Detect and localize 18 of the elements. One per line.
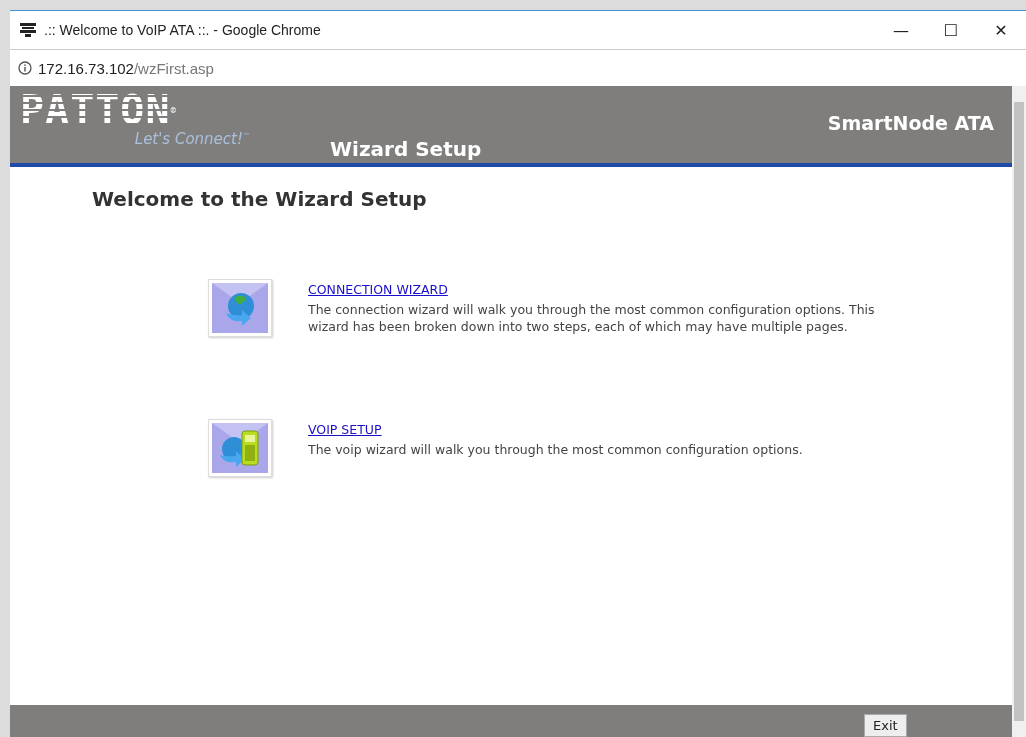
- tagline: Let's Connect!$^{™}$: [134, 130, 250, 148]
- app-icon: [20, 22, 36, 38]
- page-heading: Welcome to the Wizard Setup: [92, 187, 428, 211]
- window-title: .:: Welcome to VoIP ATA ::. - Google Chrome: [44, 22, 322, 38]
- scrollbar[interactable]: [1012, 86, 1026, 737]
- wizard-description: The connection wizard will walk you through the most common configuration options. This wizard has been broken down into two steps, each of which may have multiple pages.: [308, 301, 876, 335]
- url-text[interactable]: 172.16.73.102/wzFirst.asp: [38, 59, 214, 77]
- exit-button[interactable]: Exit: [864, 714, 907, 737]
- globe-phone-icon[interactable]: [208, 419, 272, 477]
- product-name: SmartNode ATA: [827, 111, 994, 136]
- section-title: Wizard Setup: [330, 137, 482, 163]
- wizard-description: The voip wizard will walk you through the most common configuration options.: [308, 441, 804, 458]
- maximize-button[interactable]: ☐: [926, 12, 976, 48]
- wizard-link[interactable]: CONNECTION WIZARD: [308, 282, 448, 297]
- info-icon[interactable]: [18, 61, 32, 75]
- minimize-button[interactable]: —: [876, 12, 926, 48]
- wizard-link[interactable]: VOIP SETUP: [308, 422, 382, 437]
- close-button[interactable]: ✕: [976, 12, 1026, 48]
